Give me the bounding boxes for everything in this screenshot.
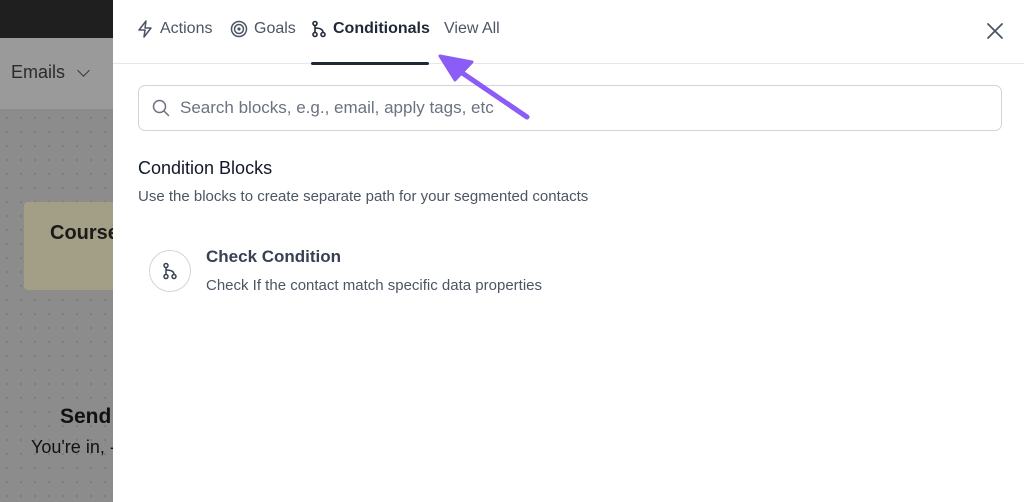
- search-box: [138, 85, 1002, 131]
- tab-conditionals-label: Conditionals: [333, 20, 430, 37]
- check-condition-block[interactable]: Check Condition Check If the contact mat…: [149, 243, 629, 303]
- block-icon-circle: [149, 250, 191, 292]
- close-button[interactable]: [985, 21, 1005, 41]
- tab-goals-label: Goals: [254, 20, 296, 37]
- section-description: Use the blocks to create separate path f…: [138, 188, 589, 205]
- section-title: Condition Blocks: [138, 158, 273, 178]
- emails-dropdown: Emails: [11, 62, 90, 83]
- tab-goals[interactable]: Goals: [230, 19, 300, 64]
- background-send-subtitle: You're in, -: [31, 437, 116, 457]
- tab-view-all-label: View All: [444, 20, 500, 37]
- tab-bar: Actions Goals Conditionals View All: [113, 0, 1024, 65]
- search-icon: [152, 99, 170, 117]
- search-input[interactable]: [180, 98, 980, 118]
- tab-actions-label: Actions: [160, 20, 213, 37]
- emails-label: Emails: [11, 62, 66, 82]
- block-description: Check If the contact match specific data…: [206, 277, 542, 294]
- blocks-drawer: Actions Goals Conditionals View All Cond…: [113, 0, 1024, 502]
- tab-conditionals[interactable]: Conditionals: [311, 19, 430, 65]
- branch-icon: [311, 20, 327, 38]
- background-card-title: Course: [50, 222, 119, 244]
- tab-view-all[interactable]: View All: [444, 19, 506, 64]
- chevron-down-icon: [77, 63, 90, 77]
- tab-actions[interactable]: Actions: [136, 19, 216, 64]
- target-icon: [230, 20, 248, 38]
- branch-icon: [163, 262, 177, 280]
- close-icon: [987, 23, 1003, 39]
- background-send-title: Send: [60, 405, 112, 428]
- block-title: Check Condition: [206, 247, 342, 266]
- lightning-icon: [136, 20, 154, 38]
